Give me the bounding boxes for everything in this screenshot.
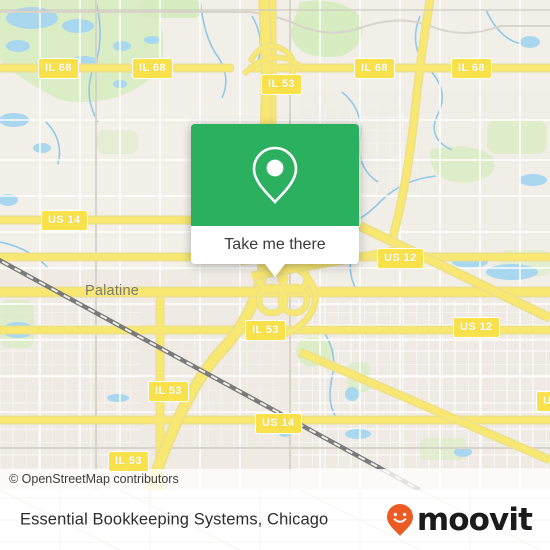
highway-shield-il68-2[interactable]: IL 68 [132, 58, 173, 79]
bottom-info-bar: Essential Bookkeeping Systems, Chicago m… [0, 490, 550, 550]
map-pin-icon [252, 146, 298, 204]
highway-shield-il53-3[interactable]: IL 53 [148, 381, 189, 402]
highway-shield-il68-4[interactable]: IL 68 [451, 58, 492, 79]
map-screenshot: Palatine IL 68 IL 68 IL 53 IL 68 IL 68 U… [0, 0, 550, 550]
map-canvas[interactable]: Palatine IL 68 IL 68 IL 53 IL 68 IL 68 U… [0, 0, 550, 490]
location-popup-card[interactable]: Take me there [191, 124, 359, 277]
take-me-there-button[interactable]: Take me there [191, 226, 359, 264]
highway-shield-us12-2[interactable]: US 12 [453, 317, 500, 338]
popup-pointer-tail [265, 264, 285, 277]
highway-shield-us14-2[interactable]: US 14 [255, 413, 302, 434]
highway-shield-il53-1[interactable]: IL 53 [261, 74, 302, 95]
highway-shield-il68-1[interactable]: IL 68 [38, 58, 79, 79]
highway-shield-us12-1[interactable]: US 12 [377, 248, 424, 269]
highway-shield-us-edge[interactable]: US 1 [536, 391, 550, 412]
moovit-logo[interactable]: moovit [385, 501, 533, 538]
place-title: Essential Bookkeeping Systems, Chicago [20, 510, 329, 529]
highway-shield-us14-1[interactable]: US 14 [41, 210, 88, 231]
osm-attribution[interactable]: © OpenStreetMap contributors [0, 469, 550, 490]
popup-image-area [191, 124, 359, 226]
moovit-smiley-pin-icon [386, 504, 413, 536]
moovit-wordmark: moovit [416, 501, 533, 538]
highway-shield-il53-2[interactable]: IL 53 [245, 320, 286, 341]
highway-shield-il68-3[interactable]: IL 68 [354, 58, 395, 79]
place-label-palatine: Palatine [85, 283, 139, 299]
highway-shield-il53-4[interactable]: IL 53 [108, 451, 149, 472]
